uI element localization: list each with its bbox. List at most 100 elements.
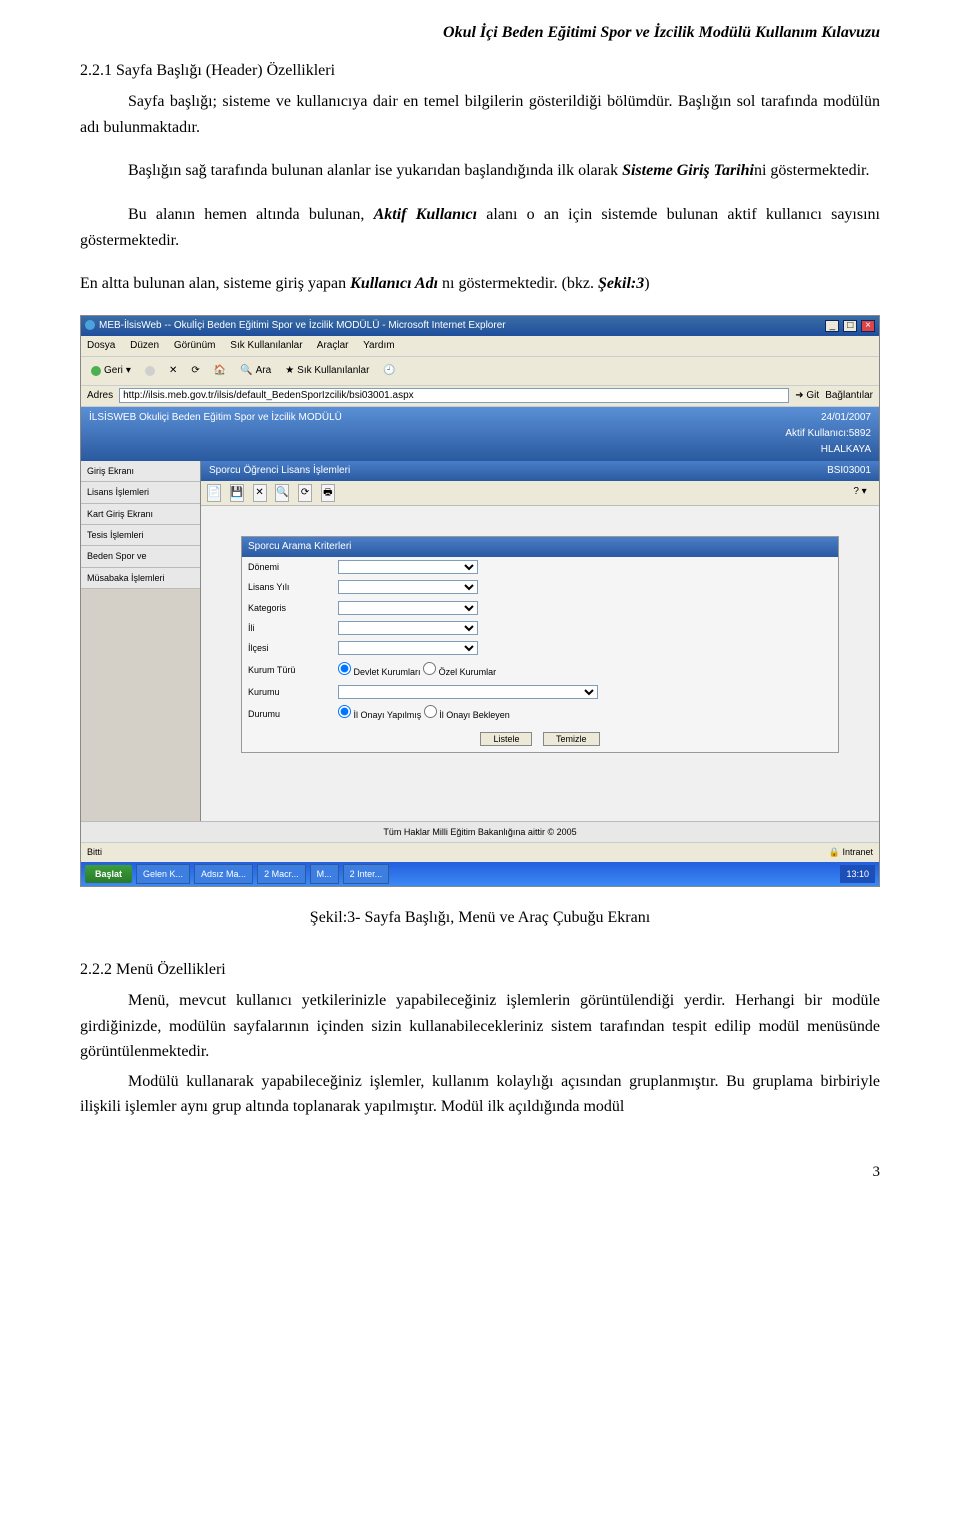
menu-tools[interactable]: Araçlar [317, 340, 349, 351]
menu-edit[interactable]: Düzen [130, 340, 159, 351]
back-button[interactable]: Geri ▾ [87, 361, 135, 381]
select-ilcesi[interactable] [338, 641, 478, 655]
toolbar-delete-icon[interactable]: ✕ [253, 484, 267, 502]
radio-onay-yapilmis-label: İl Onayı Yapılmış [354, 710, 422, 720]
search-form: Dönemi Lisans Yılı Kategoris İli İlçesi … [242, 557, 838, 753]
radio-ozel[interactable] [423, 662, 436, 675]
select-kategoris[interactable] [338, 601, 478, 615]
ie-titlebar: MEB-İlsisWeb -- Okulİçi Beden Eğitimi Sp… [81, 316, 879, 336]
status-intranet-label: Intranet [842, 847, 873, 857]
ie-status-bar: Bitti 🔒 Intranet [81, 842, 879, 861]
favorites-button[interactable]: ★ Sık Kullanılanlar [281, 361, 373, 381]
section-2-2-2-heading: 2.2.2 Menü Özellikleri [80, 957, 880, 983]
paragraph-2-pre: Başlığın sağ tarafında bulunan alanlar i… [128, 162, 622, 179]
close-button[interactable]: × [861, 320, 875, 332]
section-2-2-1-heading: 2.2.1 Sayfa Başlığı (Header) Özellikleri [80, 58, 880, 84]
paragraph-4: En altta bulunan alan, sisteme giriş yap… [80, 271, 880, 297]
select-lisans-yili[interactable] [338, 580, 478, 594]
favs-label: Sık Kullanılanlar [297, 363, 369, 379]
ie-icon [85, 320, 95, 330]
select-donem[interactable] [338, 560, 478, 574]
back-label: Geri [104, 363, 123, 379]
refresh-button[interactable]: ⟳ [187, 361, 203, 381]
sidebar-item-lisans[interactable]: Lisans İşlemleri [81, 482, 200, 503]
app-header-status: 24/01/2007 Aktif Kullanıcı:5892 HLALKAYA [785, 410, 871, 458]
forward-button[interactable] [141, 364, 159, 378]
task-1[interactable]: Gelen K... [136, 864, 190, 884]
status-done: Bitti [87, 845, 102, 859]
task-2[interactable]: Adsız Ma... [194, 864, 253, 884]
menu-favorites[interactable]: Sık Kullanılanlar [230, 340, 302, 351]
history-button[interactable]: 🕘 [379, 361, 399, 381]
window-buttons: _ □ × [824, 318, 875, 334]
toolbar-refresh-icon[interactable]: ⟳ [298, 484, 312, 502]
sidebar-item-kart[interactable]: Kart Giriş Ekranı [81, 504, 200, 525]
stop-button[interactable]: ✕ [165, 361, 181, 381]
select-kurumu[interactable] [338, 685, 598, 699]
sidebar-item-musabaka[interactable]: Müsabaka İşlemleri [81, 568, 200, 589]
toolbar-new-icon[interactable]: 📄 [207, 484, 221, 502]
app-body: Giriş Ekranı Lisans İşlemleri Kart Giriş… [81, 461, 879, 821]
label-ili: İli [242, 618, 332, 638]
listele-button[interactable]: Listele [480, 732, 532, 746]
label-donem: Dönemi [242, 557, 332, 577]
address-input[interactable] [119, 388, 789, 403]
system-tray[interactable]: 13:10 [840, 865, 875, 883]
radio-ozel-label: Özel Kurumlar [439, 667, 497, 677]
search-button[interactable]: 🔍 Ara [236, 361, 275, 381]
paragraph-3-pre: Bu alanın hemen altında bulunan, [128, 206, 374, 223]
task-5[interactable]: 2 Inter... [343, 864, 390, 884]
ie-menu-bar: Dosya Düzen Görünüm Sık Kullanılanlar Ar… [81, 336, 879, 357]
sidebar-item-beden[interactable]: Beden Spor ve [81, 546, 200, 567]
toolbar-help-icon[interactable]: ? ▾ [853, 484, 867, 500]
ie-window-title: MEB-İlsisWeb -- Okulİçi Beden Eğitimi Sp… [85, 318, 506, 334]
paragraph-5: Menü, mevcut kullanıcı yetkilerinizle ya… [80, 988, 880, 1065]
radio-onay-bekleyen[interactable] [424, 705, 437, 718]
select-ili[interactable] [338, 621, 478, 635]
paragraph-4-pre: En altta bulunan alan, sisteme giriş yap… [80, 275, 350, 292]
back-icon [91, 366, 101, 376]
menu-file[interactable]: Dosya [87, 340, 115, 351]
page-number: 3 [80, 1160, 880, 1184]
main-header-code: BSI03001 [827, 463, 871, 479]
paragraph-4-term: Kullanıcı Adı [350, 275, 438, 292]
home-button[interactable]: 🏠 [210, 361, 230, 381]
task-3[interactable]: 2 Macr... [257, 864, 306, 884]
radio-devlet[interactable] [338, 662, 351, 675]
task-4[interactable]: M... [310, 864, 339, 884]
radio-onay-yapilmis[interactable] [338, 705, 351, 718]
app-header: İLSİSWEB Okuliçi Beden Eğitim Spor ve İz… [81, 407, 879, 461]
main-area: Sporcu Öğrenci Lisans İşlemleri BSI03001… [201, 461, 879, 821]
figure-3-caption: Şekil:3- Sayfa Başlığı, Menü ve Araç Çub… [80, 905, 880, 931]
app-header-active-users: Aktif Kullanıcı:5892 [785, 426, 871, 442]
minimize-button[interactable]: _ [825, 320, 839, 332]
toolbar-save-icon[interactable]: 💾 [230, 484, 244, 502]
label-ilcesi: İlçesi [242, 638, 332, 658]
radio-onay-bekleyen-label: İl Onayı Bekleyen [439, 710, 510, 720]
ie-title-text: MEB-İlsisWeb -- Okulİçi Beden Eğitimi Sp… [99, 320, 506, 331]
paragraph-1: Sayfa başlığı; sisteme ve kullanıcıya da… [80, 89, 880, 140]
links-label[interactable]: Bağlantılar [825, 388, 873, 404]
go-button[interactable]: ➜ Git [795, 388, 819, 404]
status-zone: 🔒 Intranet [829, 845, 873, 859]
paragraph-4-close: ) [644, 275, 649, 292]
sidebar-item-giris[interactable]: Giriş Ekranı [81, 461, 200, 482]
start-button[interactable]: Başlat [85, 865, 132, 883]
toolbar-search-icon[interactable]: 🔍 [275, 484, 289, 502]
search-label: Ara [256, 363, 272, 379]
sidebar-item-tesis[interactable]: Tesis İşlemleri [81, 525, 200, 546]
menu-help[interactable]: Yardım [363, 340, 395, 351]
search-panel-header: Sporcu Arama Kriterleri [242, 537, 838, 557]
toolbar-print-icon[interactable]: 🖶 [321, 484, 335, 502]
label-kategoris: Kategoris [242, 598, 332, 618]
ie-toolbar: Geri ▾ ✕ ⟳ 🏠 🔍 Ara ★ Sık Kullanılanlar 🕘 [81, 357, 879, 386]
temizle-button[interactable]: Temizle [543, 732, 600, 746]
maximize-button[interactable]: □ [843, 320, 857, 332]
paragraph-2-post: ni göstermektedir. [754, 162, 870, 179]
forward-icon [145, 366, 155, 376]
paragraph-3-term: Aktif Kullanıcı [374, 206, 477, 223]
ie-address-bar: Adres ➜ Git Bağlantılar [81, 386, 879, 407]
app-header-title: İLSİSWEB Okuliçi Beden Eğitim Spor ve İz… [89, 410, 342, 458]
label-durumu: Durumu [242, 702, 332, 725]
menu-view[interactable]: Görünüm [174, 340, 216, 351]
